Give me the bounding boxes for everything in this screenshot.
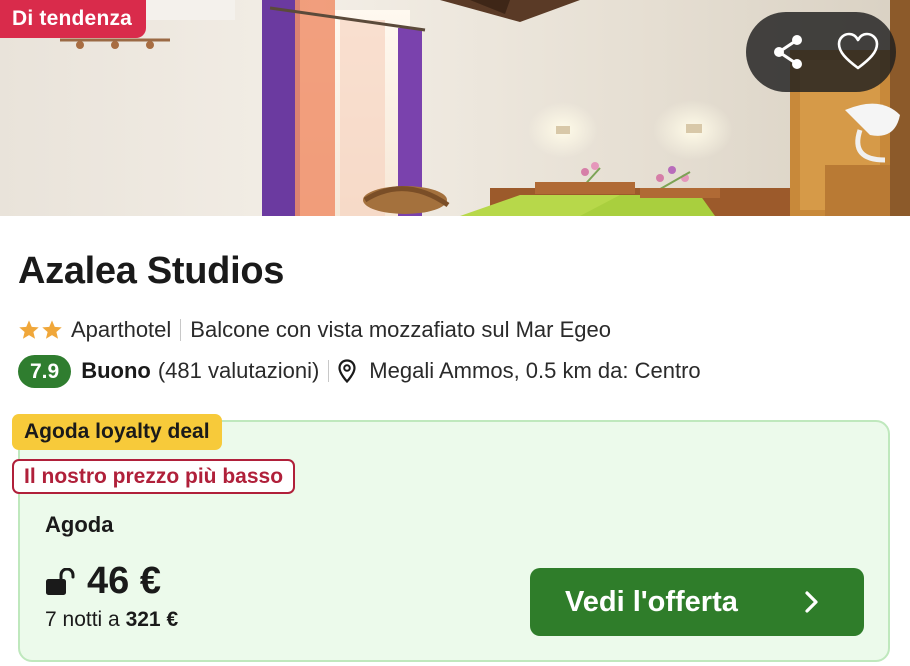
property-type: Aparthotel (71, 317, 172, 342)
star-icon (42, 320, 62, 339)
property-highlight: Balcone con vista mozzafiato sul Mar Ege… (190, 317, 611, 342)
star-icon (19, 320, 39, 339)
price-row: 46 € (45, 560, 161, 603)
total-price: 7 notti a 321 € (45, 608, 178, 632)
review-count[interactable]: (481 valutazioni) (158, 358, 319, 384)
divider (328, 360, 330, 382)
loyalty-deal-tag: Agoda loyalty deal (12, 414, 222, 450)
review-score-label: Buono (81, 358, 151, 383)
star-rating (18, 319, 63, 341)
review-score-badge[interactable]: 7.9 (18, 354, 72, 388)
nights-text: 7 notti a (45, 608, 120, 631)
share-icon (773, 35, 802, 69)
view-offer-label: Vedi l'offerta (565, 585, 738, 618)
nightly-price: 46 € (87, 560, 161, 602)
total-amount: 321 € (125, 608, 179, 631)
hotel-meta-row: Aparthotel Balcone con vista mozzafiato … (18, 314, 611, 346)
unlocked-lock-icon (45, 567, 75, 596)
view-offer-button[interactable]: Vedi l'offerta (530, 568, 864, 636)
lowest-price-tag: Il nostro prezzo più basso (12, 459, 296, 494)
location-text[interactable]: Megali Ammos, 0.5 km da: Centro (369, 358, 700, 384)
hotel-name[interactable]: Azalea Studios (18, 250, 284, 293)
photo-actions (746, 12, 896, 92)
location-pin-icon (338, 359, 356, 383)
chevron-right-icon (804, 590, 820, 614)
hotel-rating-row: 7.9 Buono (481 valutazioni) Megali Ammos… (18, 354, 701, 388)
heart-icon (837, 32, 878, 70)
trending-badge: Di tendenza (0, 0, 147, 38)
favorite-button[interactable] (820, 12, 895, 92)
divider (180, 319, 182, 341)
deal-provider: Agoda (45, 512, 114, 537)
share-button[interactable] (750, 12, 825, 92)
